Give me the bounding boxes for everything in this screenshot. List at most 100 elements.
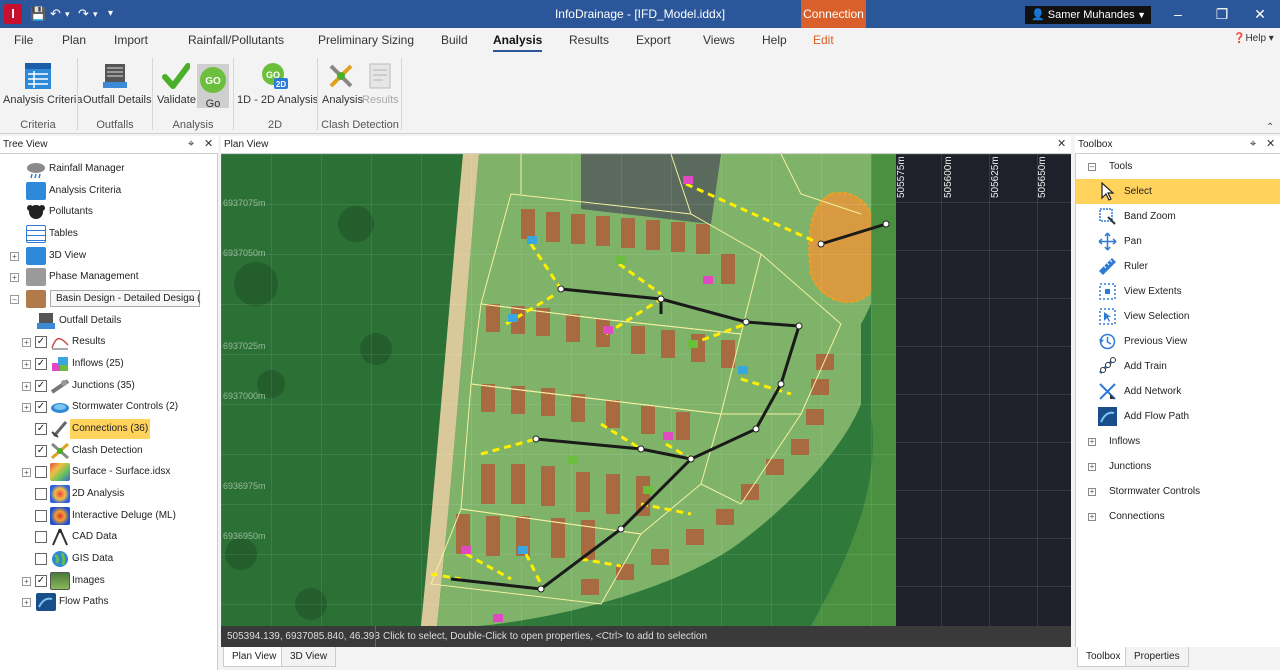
menu-preliminary-sizing[interactable]: Preliminary Sizing xyxy=(318,33,414,47)
tool-add-flow-path[interactable]: Add Flow Path xyxy=(1076,404,1280,429)
pin-icon[interactable]: ⌖ xyxy=(188,136,194,153)
1d-2d-analysis-button[interactable]: GO 2D 1D - 2D Analysis xyxy=(237,62,318,106)
expand-icon[interactable]: + xyxy=(22,468,31,477)
expand-icon[interactable]: + xyxy=(1088,488,1096,496)
junctions-checkbox[interactable]: ✓ xyxy=(35,380,47,392)
go-button[interactable]: GO Go xyxy=(197,64,229,110)
tab-3d-view[interactable]: 3D View xyxy=(281,647,337,667)
analysis-criteria-button[interactable]: Analysis Criteria xyxy=(3,62,82,106)
expand-icon[interactable]: + xyxy=(22,403,31,412)
user-account[interactable]: 👤 Samer Muhandes ▼ xyxy=(1025,6,1151,24)
tool-band-zoom[interactable]: Band Zoom xyxy=(1076,204,1280,229)
menu-analysis[interactable]: Analysis xyxy=(493,33,543,52)
clash-results-button[interactable]: Results xyxy=(362,62,399,106)
toolbox-category-junctions[interactable]: + Junctions xyxy=(1076,454,1280,479)
plan-view-canvas[interactable]: 505575m 505600m 505625m 505650m 6937075m… xyxy=(221,154,1071,626)
tree-item-junctions[interactable]: + ✓ Junctions (35) xyxy=(0,376,218,396)
tool-pan[interactable]: Pan xyxy=(1076,229,1280,254)
tool-ruler[interactable]: Ruler xyxy=(1076,254,1280,279)
tree-item-outfall-details[interactable]: Outfall Details xyxy=(0,311,218,331)
tool-select[interactable]: Select xyxy=(1076,179,1280,204)
tree-item-flow-paths[interactable]: + Flow Paths xyxy=(0,592,218,612)
tree-item-connections[interactable]: ✓ Connections (36) xyxy=(0,419,218,439)
restore-icon[interactable]: ❐ xyxy=(1212,4,1232,24)
gis-data-checkbox[interactable] xyxy=(35,553,47,565)
toolbox-section-tools[interactable]: – Tools xyxy=(1076,154,1280,179)
tool-view-selection[interactable]: View Selection xyxy=(1076,304,1280,329)
validate-button[interactable]: Validate xyxy=(157,62,196,106)
clash-analysis-button[interactable]: Analysis xyxy=(322,62,363,106)
tree-item-images[interactable]: + ✓ Images xyxy=(0,571,218,591)
expand-icon[interactable]: + xyxy=(10,252,19,261)
tool-add-train[interactable]: Add Train xyxy=(1076,354,1280,379)
images-checkbox[interactable]: ✓ xyxy=(35,575,47,587)
toolbox-category-connections[interactable]: + Connections xyxy=(1076,504,1280,529)
site-map[interactable]: 505575m 505600m 505625m 505650m 6937075m… xyxy=(221,154,1071,626)
results-checkbox[interactable]: ✓ xyxy=(35,336,47,348)
clash-detection-checkbox[interactable]: ✓ xyxy=(35,445,47,457)
collapse-icon[interactable]: – xyxy=(1088,163,1096,171)
tree-item-gis-data[interactable]: GIS Data xyxy=(0,549,218,569)
expand-icon[interactable]: + xyxy=(10,273,19,282)
tree-item-interactive-deluge[interactable]: Interactive Deluge (ML) xyxy=(0,506,218,526)
tool-previous-view[interactable]: Previous View xyxy=(1076,329,1280,354)
cad-data-checkbox[interactable] xyxy=(35,531,47,543)
surface-checkbox[interactable] xyxy=(35,466,47,478)
context-tab-connection[interactable]: Connection xyxy=(801,0,866,28)
tree-item-3d-view[interactable]: + 3D View xyxy=(0,246,218,266)
expand-icon[interactable]: + xyxy=(22,598,31,607)
tree-item-pollutants[interactable]: Pollutants xyxy=(0,202,218,222)
menu-build[interactable]: Build xyxy=(441,33,468,47)
tree-item-phase-management[interactable]: + Phase Management xyxy=(0,267,218,287)
tree-item-surface[interactable]: + Surface - Surface.idsx xyxy=(0,462,218,482)
menu-help[interactable]: Help xyxy=(762,33,787,47)
tree-item-clash-detection[interactable]: ✓ Clash Detection xyxy=(0,441,218,461)
interactive-deluge-checkbox[interactable] xyxy=(35,510,47,522)
expand-icon[interactable]: + xyxy=(22,577,31,586)
menu-results[interactable]: Results xyxy=(569,33,609,47)
toolbox-category-stormwater-controls[interactable]: + Stormwater Controls xyxy=(1076,479,1280,504)
menu-edit[interactable]: Edit xyxy=(813,33,834,47)
tree-item-2d-analysis[interactable]: 2D Analysis xyxy=(0,484,218,504)
tree-item-analysis-criteria[interactable]: Analysis Criteria xyxy=(0,181,218,201)
tool-view-extents[interactable]: View Extents xyxy=(1076,279,1280,304)
tree-item-basin-design[interactable]: – Basin Design - Detailed Design ( ⌄ xyxy=(0,289,218,309)
connections-checkbox[interactable]: ✓ xyxy=(35,423,47,435)
help-link[interactable]: ❓Help ▾ xyxy=(1233,33,1274,44)
collapse-ribbon-icon[interactable]: ⌃ xyxy=(1266,122,1274,133)
tab-toolbox[interactable]: Toolbox xyxy=(1077,647,1130,667)
menu-plan[interactable]: Plan xyxy=(62,33,86,47)
expand-icon[interactable]: + xyxy=(1088,513,1096,521)
tree-item-stormwater-controls[interactable]: + ✓ Stormwater Controls (2) xyxy=(0,397,218,417)
expand-icon[interactable]: + xyxy=(22,338,31,347)
toolbox-category-inflows[interactable]: + Inflows xyxy=(1076,429,1280,454)
menu-import[interactable]: Import xyxy=(114,33,148,47)
expand-icon[interactable]: + xyxy=(22,360,31,369)
menu-rainfall[interactable]: Rainfall/Pollutants xyxy=(188,33,284,47)
tool-add-network[interactable]: Add Network xyxy=(1076,379,1280,404)
close-icon[interactable]: ✕ xyxy=(204,136,213,153)
inflows-checkbox[interactable]: ✓ xyxy=(35,358,47,370)
tree-item-results[interactable]: + ✓ Results xyxy=(0,332,218,352)
phase-dropdown[interactable]: Basin Design - Detailed Design ( ⌄ xyxy=(50,290,201,307)
collapse-icon[interactable]: – xyxy=(10,295,19,304)
tree-item-rainfall-manager[interactable]: Rainfall Manager xyxy=(0,159,218,179)
expand-icon[interactable]: + xyxy=(1088,463,1096,471)
expand-icon[interactable]: + xyxy=(1088,438,1096,446)
close-icon[interactable]: ✕ xyxy=(1266,136,1275,153)
menu-file[interactable]: File xyxy=(14,33,33,47)
close-icon[interactable]: ✕ xyxy=(1057,136,1066,153)
tab-properties[interactable]: Properties xyxy=(1125,647,1189,667)
expand-icon[interactable]: + xyxy=(22,382,31,391)
menu-export[interactable]: Export xyxy=(636,33,671,47)
outfall-details-button[interactable]: Outfall Details xyxy=(83,62,151,106)
tree-item-inflows[interactable]: + ✓ Inflows (25) xyxy=(0,354,218,374)
minimize-icon[interactable]: – xyxy=(1168,4,1188,24)
pin-icon[interactable]: ⌖ xyxy=(1250,136,1256,153)
menu-views[interactable]: Views xyxy=(703,33,735,47)
tree-item-tables[interactable]: Tables xyxy=(0,224,218,244)
stormwater-controls-checkbox[interactable]: ✓ xyxy=(35,401,47,413)
2d-analysis-checkbox[interactable] xyxy=(35,488,47,500)
tree-item-cad-data[interactable]: CAD Data xyxy=(0,527,218,547)
tab-plan-view[interactable]: Plan View xyxy=(223,647,286,667)
